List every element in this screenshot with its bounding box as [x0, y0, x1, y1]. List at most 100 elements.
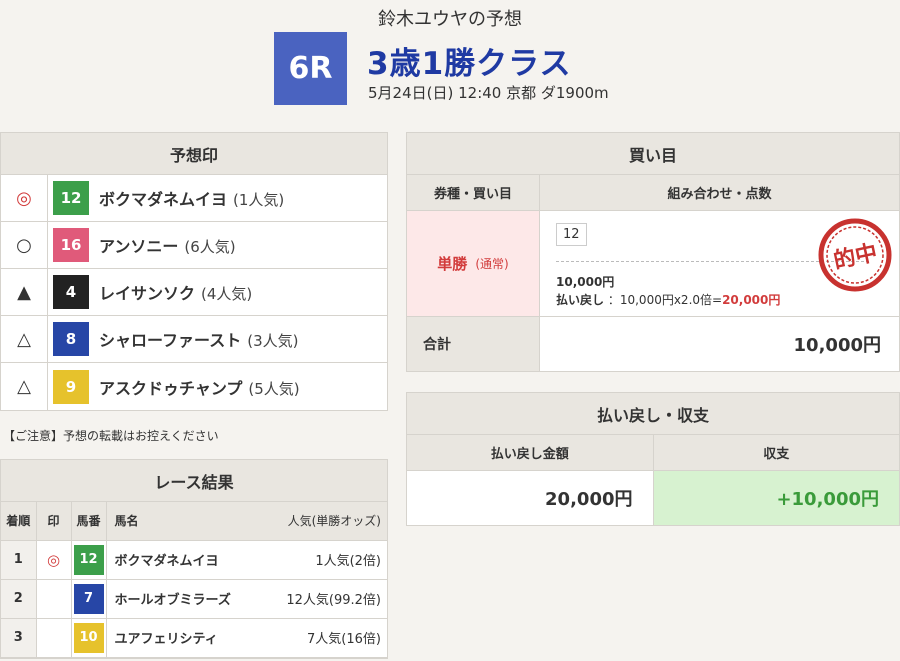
balance-row: 20,000円 +10,000円 — [407, 471, 899, 525]
mark-symbol: △ — [1, 363, 48, 410]
popularity: (3人気) — [247, 332, 299, 350]
bets-panel: 買い目 券種・買い目 組み合わせ・点数 単勝 (通常) 12 10,000円 払い… — [406, 132, 900, 372]
rank-cell: 2 — [1, 579, 37, 619]
payout-label: 払い戻し — [556, 293, 605, 307]
mark-cell — [36, 579, 72, 619]
horse-name[interactable]: レイサンソク (4人気) — [99, 280, 252, 304]
mark-symbol: ○ — [1, 222, 48, 268]
horse-number: 12 — [73, 544, 104, 575]
number-cell: 12 — [71, 540, 107, 580]
horse-name: ボクマダネムイヨ — [114, 554, 219, 569]
bet-row: 単勝 (通常) 12 10,000円 払い戻し ：10,000円x2.0倍=20,… — [407, 211, 899, 317]
balance-title: 払い戻し・収支 — [407, 393, 899, 435]
name-cell[interactable]: ユアフェリシティ 7人気(16倍) — [106, 618, 387, 658]
popularity: (5人気) — [248, 379, 300, 398]
horse-name-text: アンソニー — [99, 237, 179, 256]
race-name: 3歳1勝クラス — [367, 46, 572, 82]
payout-line: 払い戻し ：10,000円x2.0倍=20,000円 — [556, 291, 780, 308]
odds: 1人気(2倍) — [315, 554, 381, 569]
mark-symbol: △ — [1, 316, 48, 362]
hit-stamp-icon: 的中 — [818, 218, 892, 292]
table-row: 1 ◎ 12 ボクマダネムイヨ 1人気(2倍) — [1, 540, 387, 580]
horse-name-text: シャローファースト — [99, 331, 242, 350]
rank-cell: 1 — [1, 540, 37, 580]
horse-number: 9 — [53, 369, 89, 404]
col-number: 馬番 — [71, 502, 107, 541]
horse-name[interactable]: ボクマダネムイヨ (1人気) — [99, 186, 284, 210]
forecaster-title: 鈴木ユウヤの予想 — [378, 9, 522, 30]
name-cell[interactable]: ホールオブミラーズ 12人気(99.2倍) — [106, 579, 387, 619]
bets-header-type: 券種・買い目 — [407, 175, 540, 210]
payout-amount: 20,000円 — [407, 471, 654, 525]
race-info: 5月24日(日) 12:40 京都 ダ1900m — [368, 84, 609, 102]
col-name-label: 馬名 — [114, 514, 139, 529]
bet-detail: 12 10,000円 払い戻し ：10,000円x2.0倍=20,000円 的中 — [540, 211, 899, 316]
horse-name: ホールオブミラーズ — [114, 593, 231, 608]
table-row: 2 7 ホールオブミラーズ 12人気(99.2倍) — [1, 579, 387, 619]
horse-number: 16 — [53, 228, 89, 262]
profit-amount: +10,000円 — [653, 471, 899, 525]
balance-panel: 払い戻し・収支 払い戻し金額 収支 20,000円 +10,000円 — [406, 392, 900, 526]
horse-number: 10 — [73, 622, 104, 653]
balance-header: 払い戻し金額 収支 — [407, 435, 899, 471]
number-cell: 7 — [71, 579, 107, 619]
name-cell[interactable]: ボクマダネムイヨ 1人気(2倍) — [106, 540, 387, 580]
horse-name-text: レイサンソク — [99, 284, 196, 303]
total-row: 合計 10,000円 — [407, 317, 899, 371]
combo-number: 12 — [556, 223, 587, 246]
col-rank: 着順 — [1, 502, 37, 541]
col-name: 馬名 人気(単勝オッズ) — [106, 502, 387, 541]
forecast-title: 予想印 — [1, 133, 387, 175]
horse-number: 8 — [53, 322, 89, 356]
forecast-row: △ 8 シャローファースト (3人気) — [1, 316, 387, 363]
number-cell: 10 — [71, 618, 107, 658]
payout-result: 20,000円 — [722, 293, 781, 307]
balance-header-balance: 収支 — [763, 447, 790, 462]
forecast-row: ○ 16 アンソニー (6人気) — [1, 222, 387, 269]
mark-symbol: ◎ — [1, 175, 48, 221]
forecast-row: △ 9 アスクドゥチャンプ (5人気) — [1, 363, 387, 410]
bets-title: 買い目 — [407, 133, 899, 175]
balance-header-payout: 払い戻し金額 — [407, 435, 654, 470]
hit-stamp-text: 的中 — [831, 240, 879, 275]
popularity: (4人気) — [201, 285, 253, 303]
horse-name-text: ボクマダネムイヨ — [99, 190, 228, 209]
race-result-panel: レース結果 着順 印 馬番 馬名 人気(単勝オッズ) 1 ◎ 12 ボクマダネムイ… — [0, 459, 388, 659]
horse-name[interactable]: シャローファースト (3人気) — [99, 327, 299, 351]
horse-name: ユアフェリシティ — [114, 632, 218, 647]
bets-header-combo: 組み合わせ・点数 — [667, 187, 772, 202]
race-result-table: 着順 印 馬番 馬名 人気(単勝オッズ) 1 ◎ 12 ボクマダネムイヨ 1人気(2… — [1, 502, 387, 658]
mark-symbol: ▲ — [1, 269, 48, 315]
horse-number: 7 — [73, 583, 104, 614]
payout-calc: ：10,000円x2.0倍= — [607, 293, 723, 307]
total-value: 10,000円 — [793, 335, 881, 356]
table-row: 3 10 ユアフェリシティ 7人気(16倍) — [1, 618, 387, 658]
horse-number: 12 — [53, 181, 89, 215]
forecast-row: ◎ 12 ボクマダネムイヨ (1人気) — [1, 175, 387, 222]
stake-amount: 10,000円 — [556, 275, 615, 289]
forecast-row: ▲ 4 レイサンソク (4人気) — [1, 269, 387, 316]
race-number-badge: 6R — [274, 32, 347, 105]
bet-type-sub: (通常) — [475, 257, 509, 271]
horse-name[interactable]: アスクドゥチャンプ (5人気) — [99, 375, 300, 399]
bet-type-label: 単勝 — [437, 255, 468, 273]
col-odds-label: 人気(単勝オッズ) — [287, 514, 381, 529]
popularity: (1人気) — [233, 191, 285, 209]
mark-cell — [36, 618, 72, 658]
race-result-title: レース結果 — [1, 460, 387, 502]
horse-name-text: アスクドゥチャンプ — [99, 378, 243, 398]
odds: 7人気(16倍) — [307, 632, 381, 647]
mark-cell: ◎ — [36, 540, 72, 580]
total-label: 合計 — [407, 317, 540, 371]
repost-notice: 【ご注意】予想の転載はお控えください — [3, 429, 219, 443]
page-header: 鈴木ユウヤの予想 6R 3歳1勝クラス 5月24日(日) 12:40 京都 ダ1… — [0, 0, 900, 118]
rank-cell: 3 — [1, 618, 37, 658]
bets-header: 券種・買い目 組み合わせ・点数 — [407, 175, 899, 211]
horse-number: 4 — [53, 275, 89, 309]
popularity: (6人気) — [184, 238, 236, 256]
forecast-panel: 予想印 ◎ 12 ボクマダネムイヨ (1人気) ○ 16 アンソニー (6人気) ▲… — [0, 132, 388, 411]
col-mark: 印 — [36, 502, 72, 541]
odds: 12人気(99.2倍) — [286, 593, 381, 608]
bet-type: 単勝 (通常) — [407, 211, 540, 316]
horse-name[interactable]: アンソニー (6人気) — [99, 233, 236, 257]
